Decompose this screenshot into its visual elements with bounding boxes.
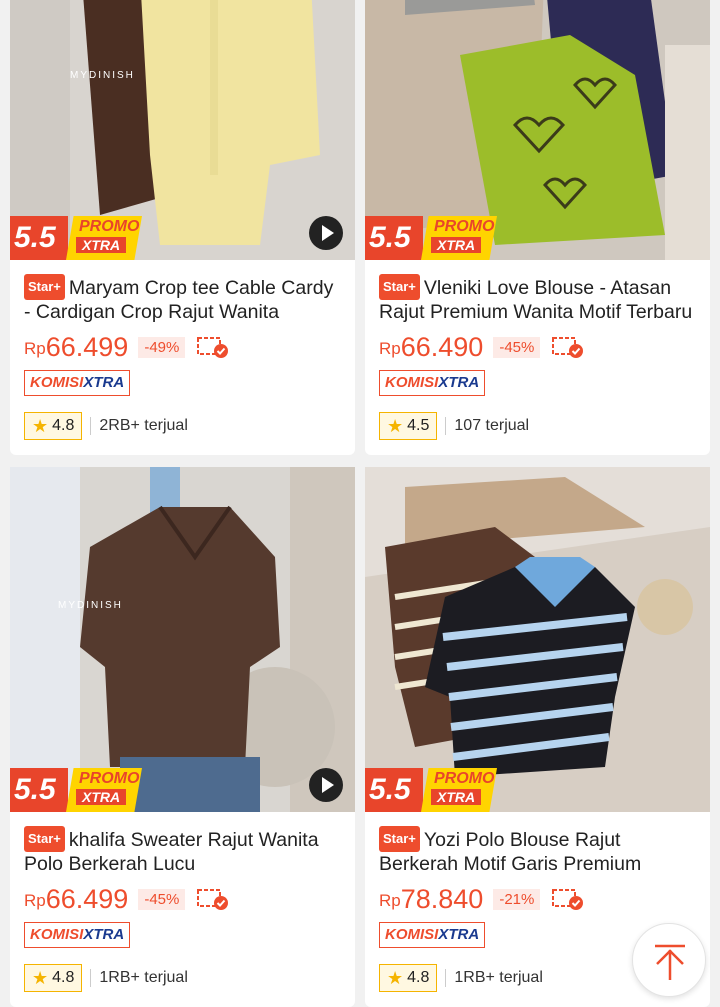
- promo-banner: 5.5 PROMO XTRA: [10, 768, 142, 812]
- product-info: Star+ khalifa Sweater Rajut Wanita Polo B…: [10, 812, 355, 1007]
- product-image[interactable]: MYDINISH 5.5 PROMO XTRA: [10, 467, 355, 812]
- promo-banner: 5.5 PROMO XTRA: [10, 216, 142, 260]
- product-card[interactable]: 5.5 PROMO XTRA Star+ Vleniki Love Blouse …: [365, 0, 710, 455]
- star-plus-badge: Star+: [379, 274, 420, 300]
- cod-voucher-icon: [552, 889, 584, 910]
- price: 66.499: [45, 331, 129, 362]
- product-title: Star+ Maryam Crop tee Cable Cardy - Cardi…: [24, 274, 341, 322]
- price-row: Rp 66.499 -49%: [24, 332, 341, 362]
- price-row: Rp 66.499 -45%: [24, 884, 341, 914]
- xtra-label: XTRA: [76, 237, 127, 253]
- xtra-label: XTRA: [431, 237, 482, 253]
- sold-count: 2RB+ terjual: [90, 417, 188, 435]
- star-plus-badge: Star+: [24, 274, 65, 300]
- discount-badge: -21%: [493, 888, 541, 910]
- komisi-xtra-badge: KOMISIXTRA: [24, 922, 131, 948]
- play-icon[interactable]: [309, 216, 343, 250]
- discount-badge: -45%: [138, 888, 186, 910]
- star-icon: ★: [32, 967, 49, 988]
- rating-badge: ★ 4.8: [24, 964, 83, 992]
- promo-banner: 5.5 PROMO XTRA: [365, 216, 497, 260]
- star-icon: ★: [387, 967, 404, 988]
- rating-value: 4.8: [407, 969, 430, 986]
- rating-row: ★ 4.8 1RB+ terjual: [24, 964, 341, 992]
- rating-badge: ★ 4.8: [379, 964, 438, 992]
- sold-count: 1RB+ terjual: [445, 969, 543, 987]
- promo-banner: 5.5 PROMO XTRA: [365, 768, 497, 812]
- currency: Rp: [24, 891, 46, 910]
- play-icon[interactable]: [309, 768, 343, 802]
- product-card[interactable]: MYDINISH 5.5 PROMO XTRA Star+ Maryam Crop…: [10, 0, 355, 455]
- cod-voucher-icon: [197, 337, 229, 358]
- product-image[interactable]: MYDINISH 5.5 PROMO XTRA: [10, 0, 355, 260]
- promo-number: 5.5: [10, 216, 68, 260]
- promo-label: PROMO: [79, 770, 140, 787]
- back-to-top-icon: [655, 944, 685, 980]
- product-photo: [365, 467, 710, 812]
- promo-number: 5.5: [365, 768, 423, 812]
- price: 66.490: [400, 331, 484, 362]
- promo-tag: PROMO XTRA: [66, 216, 142, 260]
- rating-row: ★ 4.8 2RB+ terjual: [24, 412, 341, 440]
- promo-number: 5.5: [10, 768, 68, 812]
- currency: Rp: [379, 891, 401, 910]
- star-icon: ★: [387, 415, 404, 436]
- product-card[interactable]: MYDINISH 5.5 PROMO XTRA Star+ khalifa Swe…: [10, 467, 355, 1007]
- rating-value: 4.5: [407, 417, 430, 434]
- discount-badge: -45%: [493, 336, 541, 358]
- cod-voucher-icon: [552, 337, 584, 358]
- rating-value: 4.8: [52, 417, 75, 434]
- back-to-top-button[interactable]: [632, 923, 706, 997]
- currency: Rp: [379, 339, 401, 358]
- product-title: Star+ khalifa Sweater Rajut Wanita Polo B…: [24, 826, 341, 874]
- komisi-xtra-badge: KOMISIXTRA: [379, 922, 486, 948]
- promo-tag: PROMO XTRA: [421, 768, 497, 812]
- svg-text:MYDINISH: MYDINISH: [58, 600, 123, 611]
- komisi-xtra-badge: KOMISIXTRA: [379, 370, 486, 396]
- rating-row: ★ 4.5 107 terjual: [379, 412, 696, 440]
- promo-number: 5.5: [365, 216, 423, 260]
- product-photo: MYDINISH: [10, 467, 355, 812]
- promo-label: PROMO: [434, 218, 495, 235]
- star-icon: ★: [32, 415, 49, 436]
- product-info: Star+ Vleniki Love Blouse - Atasan Rajut …: [365, 260, 710, 455]
- price-row: Rp 66.490 -45%: [379, 332, 696, 362]
- price-row: Rp 78.840 -21%: [379, 884, 696, 914]
- product-title-text: khalifa Sweater Rajut Wanita Polo Berker…: [24, 829, 319, 874]
- xtra-label: XTRA: [431, 789, 482, 805]
- promo-tag: PROMO XTRA: [66, 768, 142, 812]
- star-plus-badge: Star+: [24, 826, 65, 852]
- product-title: Star+ Yozi Polo Blouse Rajut Berkerah Mot…: [379, 826, 696, 874]
- svg-text:MYDINISH: MYDINISH: [70, 70, 135, 81]
- price: 66.499: [45, 883, 129, 914]
- rating-badge: ★ 4.5: [379, 412, 438, 440]
- product-title: Star+ Vleniki Love Blouse - Atasan Rajut …: [379, 274, 696, 322]
- sold-count: 1RB+ terjual: [90, 969, 188, 987]
- cod-voucher-icon: [197, 889, 229, 910]
- product-title-text: Vleniki Love Blouse - Atasan Rajut Premi…: [379, 277, 693, 322]
- promo-label: PROMO: [79, 218, 140, 235]
- sold-count: 107 terjual: [445, 417, 529, 435]
- xtra-label: XTRA: [76, 789, 127, 805]
- discount-badge: -49%: [138, 336, 186, 358]
- promo-label: PROMO: [434, 770, 495, 787]
- komisi-xtra-badge: KOMISIXTRA: [24, 370, 131, 396]
- star-plus-badge: Star+: [379, 826, 420, 852]
- product-title-text: Maryam Crop tee Cable Cardy - Cardigan C…: [24, 277, 334, 322]
- rating-badge: ★ 4.8: [24, 412, 83, 440]
- product-image[interactable]: 5.5 PROMO XTRA: [365, 0, 710, 260]
- currency: Rp: [24, 339, 46, 358]
- rating-value: 4.8: [52, 969, 75, 986]
- product-image[interactable]: 5.5 PROMO XTRA: [365, 467, 710, 812]
- price: 78.840: [400, 883, 484, 914]
- promo-tag: PROMO XTRA: [421, 216, 497, 260]
- product-info: Star+ Maryam Crop tee Cable Cardy - Cardi…: [10, 260, 355, 455]
